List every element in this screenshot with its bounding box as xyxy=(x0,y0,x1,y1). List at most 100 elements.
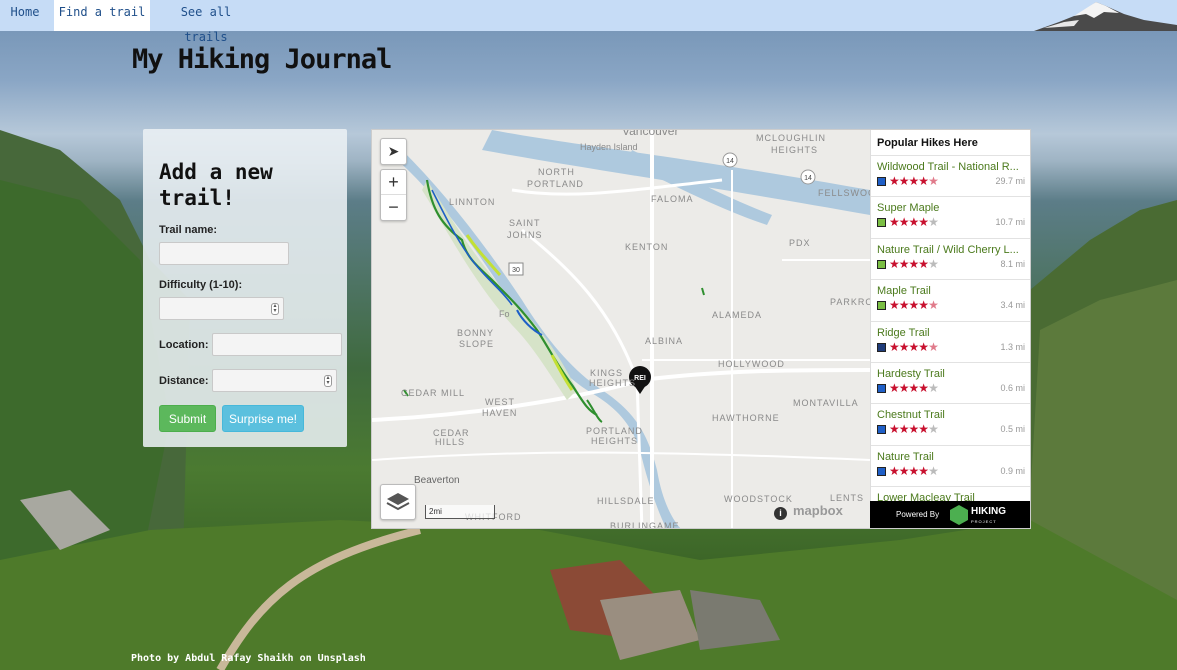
map-label-parkrose: PARKRO xyxy=(830,297,874,307)
hike-name[interactable]: Super Maple xyxy=(877,202,1025,214)
map-label-montavilla: MONTAVILLA xyxy=(793,398,859,408)
map-label-north: NORTH xyxy=(538,167,575,177)
difficulty-label: Difficulty (1-10): xyxy=(159,279,243,291)
distance-input[interactable]: ▴ ▾ xyxy=(212,369,337,392)
map-label-portland-heights: HEIGHTS xyxy=(591,436,639,446)
highway-shield-14: 14 xyxy=(722,152,738,168)
hike-distance: 10.7 mi xyxy=(995,217,1025,228)
nav-find-trail-link[interactable]: Find a trail xyxy=(54,0,150,31)
trail-name-input[interactable] xyxy=(159,242,289,265)
highway-shield-14b: 14 xyxy=(800,169,816,185)
photo-credit[interactable]: Photo by Abdul Rafay Shaikh on Unsplash xyxy=(131,653,366,664)
difficulty-badge-icon xyxy=(877,301,886,311)
layers-icon xyxy=(386,493,410,511)
hike-distance: 29.7 mi xyxy=(995,176,1025,186)
hike-list-item[interactable]: Maple Trail ★★★★★ 3.4 mi xyxy=(871,280,1030,322)
popular-hikes-panel: Popular Hikes Here Wildwood Trail - Nati… xyxy=(870,130,1030,528)
hike-list-item[interactable]: Hardesty Trail ★★★★★ 0.6 mi xyxy=(871,363,1030,405)
hike-distance: 1.3 mi xyxy=(1000,341,1025,352)
hike-distance: 3.4 mi xyxy=(1000,300,1025,311)
location-label: Location: xyxy=(159,339,209,351)
difficulty-badge-icon xyxy=(877,342,886,352)
surprise-me-button[interactable]: Surprise me! xyxy=(222,405,304,432)
map-label-johns: JOHNS xyxy=(507,230,543,240)
map-canvas[interactable]: 14 14 30 REI xyxy=(372,130,870,529)
map-label-slope: SLOPE xyxy=(459,339,495,349)
zoom-in-button[interactable]: + xyxy=(381,170,406,195)
difficulty-badge-icon xyxy=(877,177,886,186)
map-label-forest: Fo xyxy=(499,309,510,319)
hike-list-item[interactable]: Nature Trail ★★★★★ 0.9 mi xyxy=(871,446,1030,488)
map-label-mcloughlin: MCLOUGHLIN xyxy=(756,133,827,143)
hike-name[interactable]: Nature Trail xyxy=(877,451,1025,463)
hike-distance: 8.1 mi xyxy=(1000,258,1025,269)
nav-see-all-trails-link[interactable]: See all trails xyxy=(158,0,254,44)
hike-name[interactable]: Wildwood Trail - National R... xyxy=(877,161,1025,173)
map-label-burlingame: BURLINGAME xyxy=(610,521,680,529)
hike-list-item[interactable]: Wildwood Trail - National R... ★★★★★ 29.7 … xyxy=(871,156,1030,198)
nav-home-link[interactable]: Home xyxy=(0,0,50,31)
map-label-vancouver: Vancouver xyxy=(622,129,679,138)
hike-distance: 0.5 mi xyxy=(1000,424,1025,435)
info-icon[interactable]: i xyxy=(774,507,787,520)
map-label-hayden: Hayden Island xyxy=(580,142,638,152)
difficulty-badge-icon xyxy=(877,259,886,269)
trail-map[interactable]: 14 14 30 REI Vancouver Hayden Island MCL… xyxy=(371,129,1031,529)
location-input[interactable] xyxy=(212,333,342,356)
highway-shield-30: 30 xyxy=(508,262,524,276)
hike-name[interactable]: Ridge Trail xyxy=(877,327,1025,339)
hike-list-item[interactable]: Super Maple ★★★★★ 10.7 mi xyxy=(871,197,1030,239)
map-label-bonny: BONNY xyxy=(457,328,495,338)
hike-distance: 0.9 mi xyxy=(1000,465,1025,476)
submit-button[interactable]: Submit xyxy=(159,405,216,432)
distance-stepper[interactable]: ▴ ▾ xyxy=(324,375,332,387)
layers-control[interactable] xyxy=(380,484,416,520)
map-label-kings-heights: HEIGHTS xyxy=(589,378,637,388)
locate-icon[interactable]: ➤ xyxy=(381,139,406,164)
map-label-hillsdale: HILLSDALE xyxy=(597,496,655,506)
mountain-logo-icon xyxy=(1034,0,1177,31)
map-label-west: WEST xyxy=(485,397,515,407)
map-label-portland-n: PORTLAND xyxy=(527,179,584,189)
map-label-lents: LENTS xyxy=(830,493,865,503)
hike-distance: 0.6 mi xyxy=(1000,382,1025,393)
mapbox-logo[interactable]: mapbox xyxy=(793,503,843,518)
map-label-hawthorne: HAWTHORNE xyxy=(712,413,780,423)
map-label-heights: HEIGHTS xyxy=(771,145,819,155)
svg-text:14: 14 xyxy=(726,158,734,165)
map-label-haven: HAVEN xyxy=(482,408,518,418)
difficulty-badge-icon xyxy=(877,218,886,228)
hike-name[interactable]: Nature Trail / Wild Cherry L... xyxy=(877,244,1025,256)
hiking-project-banner[interactable]: Powered By HIKING PROJECT xyxy=(870,501,1030,528)
trail-name-label: Trail name: xyxy=(159,224,218,236)
scale-bar: 2mi xyxy=(425,505,495,519)
popular-hikes-heading: Popular Hikes Here xyxy=(871,130,1030,156)
hike-name[interactable]: Maple Trail xyxy=(877,285,1025,297)
hike-list-item[interactable]: Nature Trail / Wild Cherry L... ★★★★★ 8.1 … xyxy=(871,239,1030,281)
hiking-project-logo-icon xyxy=(950,505,968,525)
add-trail-form: Add a new trail! Trail name: Difficulty … xyxy=(143,129,347,447)
map-label-portland: PORTLAND xyxy=(586,426,643,436)
hike-name[interactable]: Hardesty Trail xyxy=(877,368,1025,380)
difficulty-badge-icon xyxy=(877,383,886,393)
rating-stars-icon: ★★★★★ xyxy=(889,422,939,437)
locate-control[interactable]: ➤ xyxy=(380,138,407,165)
difficulty-stepper[interactable]: ▴ ▾ xyxy=(271,303,279,315)
svg-text:14: 14 xyxy=(804,175,812,182)
hike-list-item[interactable]: Chestnut Trail ★★★★★ 0.5 mi xyxy=(871,404,1030,446)
map-label-cedar-mill: CEDAR MILL xyxy=(401,388,466,398)
map-label-hollywood: HOLLYWOOD xyxy=(718,359,785,369)
difficulty-input[interactable]: ▴ ▾ xyxy=(159,297,284,320)
difficulty-badge-icon xyxy=(877,466,886,476)
hike-list: Wildwood Trail - National R... ★★★★★ 29.7 … xyxy=(871,156,1030,528)
zoom-out-button[interactable]: − xyxy=(381,195,406,220)
hike-list-item[interactable]: Ridge Trail ★★★★★ 1.3 mi xyxy=(871,322,1030,363)
rating-stars-icon: ★★★★★ xyxy=(889,463,939,478)
top-nav: Home Find a trail See all trails xyxy=(0,0,1177,44)
rating-stars-icon: ★★★★★ xyxy=(889,298,939,313)
map-label-kenton: KENTON xyxy=(625,242,669,252)
map-label-faloma: FALOMA xyxy=(651,194,694,204)
difficulty-badge-icon xyxy=(877,425,886,435)
page-title: My Hiking Journal xyxy=(132,44,392,75)
hike-name[interactable]: Chestnut Trail xyxy=(877,409,1025,421)
